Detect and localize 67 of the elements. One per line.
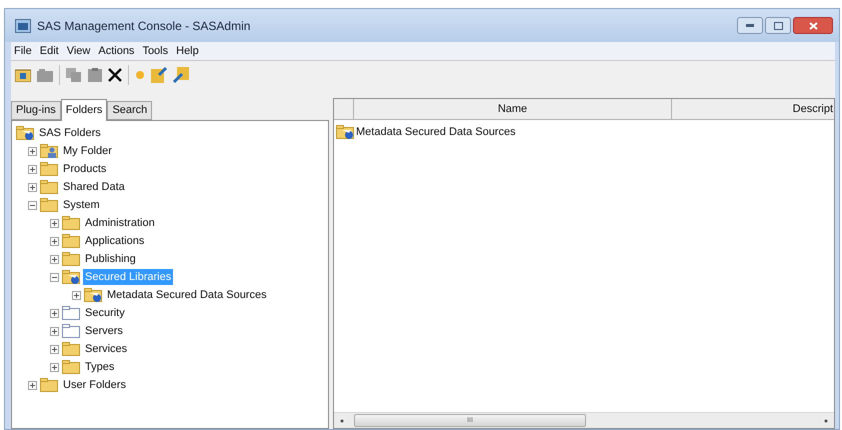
column-header[interactable]: Name — [354, 99, 672, 119]
tree-item[interactable]: Types — [83, 358, 116, 376]
expander-icon[interactable] — [50, 254, 59, 264]
expander-icon[interactable] — [50, 236, 59, 246]
menu-item[interactable]: File — [13, 42, 33, 60]
person-folder-icon — [40, 144, 58, 158]
folder-icon — [62, 252, 80, 266]
close-icon — [808, 22, 818, 30]
folder-icon — [40, 162, 58, 176]
tree-item[interactable]: System — [61, 196, 102, 214]
expander-icon[interactable] — [28, 380, 37, 390]
expander-icon[interactable] — [28, 182, 37, 192]
tree-item[interactable]: Administration — [83, 214, 157, 232]
folder-icon — [62, 342, 80, 356]
menu-item[interactable]: Edit — [38, 42, 60, 60]
close-button[interactable] — [793, 17, 833, 34]
folder-icon — [40, 180, 58, 194]
badge-folder-icon — [16, 126, 34, 140]
expander-icon[interactable] — [28, 164, 37, 174]
expander-icon[interactable] — [28, 146, 37, 156]
dot-icon[interactable] — [135, 70, 145, 80]
minimize-button[interactable] — [737, 17, 763, 34]
tree-item[interactable]: Applications — [83, 232, 146, 250]
table-cell-text: Metadata Secured Data Sources — [356, 124, 516, 140]
tree-item[interactable]: Publishing — [83, 250, 138, 268]
tree-item[interactable]: SAS Folders — [37, 124, 103, 142]
badge-folder-icon — [62, 270, 80, 284]
folder-outline-icon — [62, 306, 80, 320]
expander-icon[interactable] — [50, 308, 59, 318]
tab[interactable]: Search — [107, 101, 152, 120]
expander-icon[interactable] — [50, 218, 59, 228]
expander-icon[interactable] — [72, 290, 81, 300]
folder-icon — [62, 216, 80, 230]
paste-icon[interactable] — [88, 68, 102, 82]
expander-icon[interactable] — [50, 344, 59, 354]
window-title: SAS Management Console - SASAdmin — [37, 18, 250, 34]
tree-item[interactable]: Shared Data — [61, 178, 127, 196]
folder-icon — [40, 198, 58, 212]
folder-icon — [40, 378, 58, 392]
badge-folder-icon — [84, 288, 102, 302]
tree-item[interactable]: Security — [83, 304, 127, 322]
tree-item[interactable]: Servers — [83, 322, 125, 340]
tree-item[interactable]: User Folders — [61, 376, 128, 394]
menu-item[interactable]: Help — [175, 42, 200, 60]
tree-item[interactable]: My Folder — [61, 142, 114, 160]
badge-folder-icon — [336, 125, 354, 139]
menu-item[interactable]: View — [66, 42, 92, 60]
maximize-icon — [774, 22, 782, 30]
tab[interactable]: Folders — [60, 99, 108, 121]
folder-outline-icon — [62, 324, 80, 338]
delete-icon[interactable] — [108, 68, 122, 82]
tree-item[interactable]: Metadata Secured Data Sources — [105, 286, 269, 304]
folder-icon — [62, 360, 80, 374]
expander-icon[interactable] — [50, 362, 59, 372]
tab[interactable]: Plug-ins — [11, 101, 61, 120]
column-header[interactable]: Descript — [672, 99, 834, 119]
expander-icon[interactable] — [50, 272, 59, 282]
expander-icon[interactable] — [28, 200, 37, 210]
expander-icon[interactable] — [50, 326, 59, 336]
minimize-icon — [746, 24, 754, 27]
folder-icon — [62, 234, 80, 248]
tree-item[interactable]: Services — [83, 340, 130, 358]
tree-item[interactable]: Products — [61, 160, 108, 178]
maximize-button[interactable] — [765, 17, 791, 34]
console-icon — [15, 18, 31, 32]
menu-item[interactable]: Actions — [97, 42, 136, 60]
menu-item[interactable]: Tools — [141, 42, 170, 60]
